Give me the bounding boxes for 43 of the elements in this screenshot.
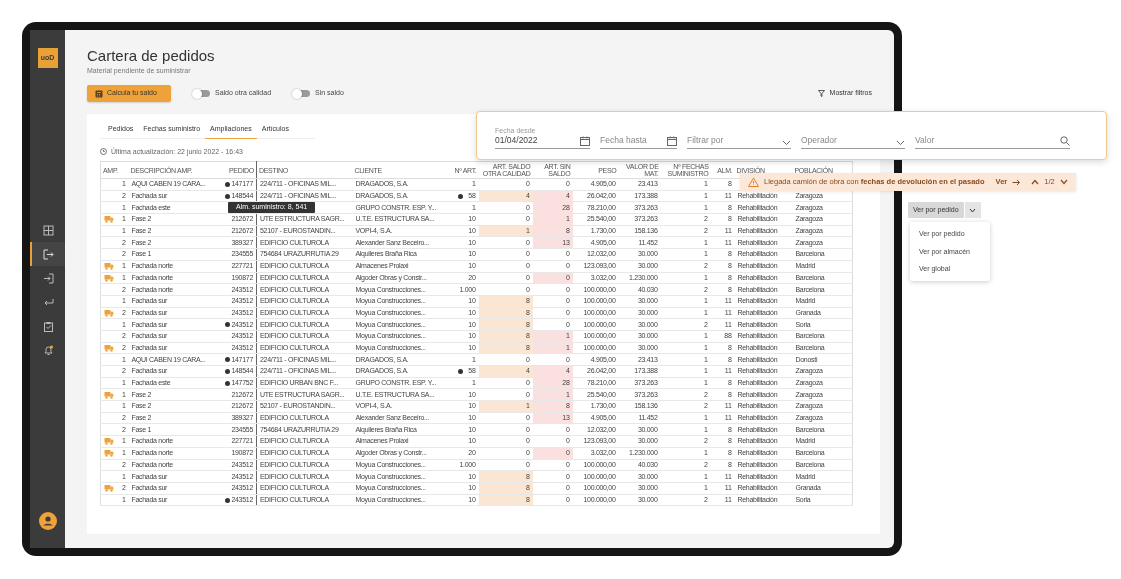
calculator-icon (95, 89, 103, 98)
info-dot-icon[interactable] (224, 497, 230, 503)
chevron-down-icon[interactable] (1059, 179, 1068, 185)
chevron-down-icon (782, 140, 791, 146)
exit-icon (43, 248, 54, 260)
grid-icon (43, 224, 54, 236)
return-icon (43, 296, 54, 308)
field-placeholder: Valor (915, 135, 936, 146)
info-dot-icon[interactable] (224, 322, 230, 328)
filter-icon (817, 90, 825, 97)
field-value: 01/04/2022 (495, 135, 539, 146)
sidebar-item[interactable] (30, 242, 65, 266)
calendar-icon (580, 136, 590, 146)
toggle-switch[interactable] (295, 90, 311, 97)
calendar-icon (667, 136, 677, 146)
search-icon (1060, 136, 1070, 146)
input-field[interactable]: Valor (915, 118, 1070, 149)
info-dot-icon[interactable] (224, 369, 230, 374)
info-dot-icon[interactable] (458, 193, 464, 199)
field-placeholder: Fecha hasta (600, 135, 648, 146)
field-placeholder: Filtrar por (687, 135, 725, 146)
toggle-switch[interactable] (195, 90, 210, 97)
info-dot-icon[interactable] (224, 380, 230, 386)
enter-icon (43, 272, 54, 284)
user-avatar-icon[interactable] (38, 512, 57, 530)
chevron-down-icon (896, 140, 905, 146)
warning-icon (748, 177, 759, 187)
clipboard-icon (43, 320, 54, 332)
info-dot-icon[interactable] (224, 357, 230, 363)
input-field[interactable]: Filtrar por (687, 118, 791, 149)
page-title: Cartera de pedidos (87, 47, 216, 65)
info-dot-icon[interactable] (224, 182, 230, 187)
info-dot-icon[interactable] (458, 369, 464, 374)
clock-icon (100, 148, 107, 155)
input-field[interactable]: Fecha hasta (600, 118, 677, 149)
dropdown-toggle-button[interactable] (964, 202, 981, 218)
chevron-up-icon[interactable] (1031, 179, 1040, 185)
bell-icon (43, 344, 54, 356)
arrow-right-icon[interactable] (1012, 178, 1021, 186)
caret-icon (969, 207, 977, 213)
input-field[interactable]: Operador (801, 118, 905, 149)
info-dot-icon[interactable] (224, 193, 230, 199)
field-placeholder: Operador (801, 135, 838, 146)
